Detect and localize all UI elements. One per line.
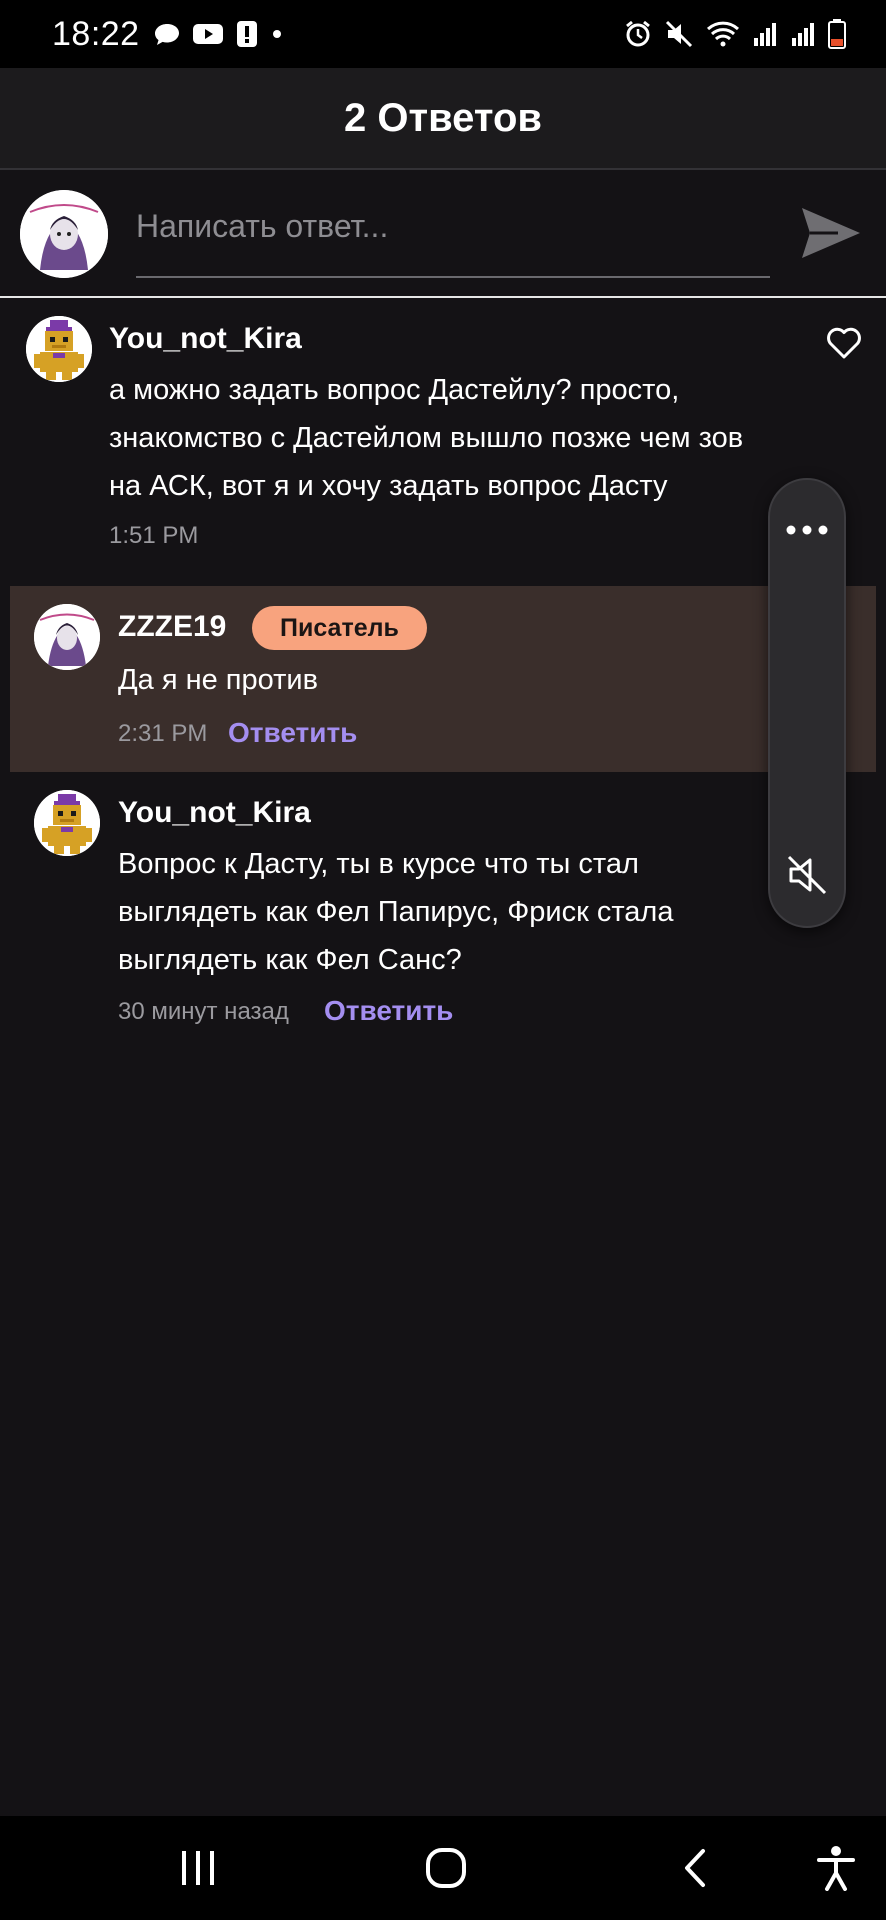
- screen: 18:22 2 Ответов Написать ответ... You_no…: [0, 0, 886, 1920]
- status-bar: 18:22: [0, 0, 886, 68]
- heart-icon: [827, 327, 861, 359]
- signal-icon: [752, 20, 778, 48]
- dot-icon: [270, 27, 284, 41]
- comment-text: Вопрос к Дасту, ты в курсе что ты стал в…: [118, 848, 674, 976]
- comment-item: You_not_Kira Вопрос к Дасту, ты в курсе …: [0, 782, 886, 1042]
- commenter-avatar[interactable]: [34, 790, 100, 856]
- input-underline: [136, 276, 770, 278]
- volume-mute-button[interactable]: [770, 840, 844, 910]
- signal-icon: [790, 20, 816, 48]
- battery-low-icon: [828, 19, 846, 49]
- comment-time: 1:51 PM: [109, 522, 199, 549]
- comment-author[interactable]: ZZZE19: [118, 610, 226, 644]
- comment-time: 2:31 PM: [118, 720, 208, 747]
- reply-button[interactable]: Ответить: [228, 717, 357, 749]
- accessibility-button[interactable]: [796, 1836, 876, 1900]
- header: 2 Ответов: [0, 68, 886, 170]
- recent-apps-button[interactable]: [158, 1836, 238, 1900]
- comment-text: Да я не против: [118, 664, 318, 696]
- more-button[interactable]: [770, 500, 844, 560]
- reply-compose: [0, 172, 886, 298]
- commenter-avatar[interactable]: [26, 316, 92, 382]
- accessibility-icon: [817, 1846, 855, 1891]
- status-time: 18:22: [52, 14, 140, 53]
- floating-media-panel: [768, 478, 846, 928]
- comment-item-highlighted: ZZZE19 Писатель Да я не против 2:31 PM О…: [10, 586, 876, 772]
- wifi-icon: [706, 20, 740, 48]
- home-button[interactable]: [406, 1836, 486, 1900]
- user-avatar[interactable]: [20, 190, 108, 278]
- comment-author[interactable]: You_not_Kira: [118, 796, 311, 830]
- status-left-icons: [154, 20, 284, 48]
- writer-badge: Писатель: [252, 606, 427, 650]
- comment-item: You_not_Kira а можно задать вопрос Дасте…: [0, 300, 886, 570]
- send-button[interactable]: [798, 200, 864, 266]
- home-icon: [426, 1848, 466, 1888]
- comment-text: а можно задать вопрос Дастейлу? просто, …: [109, 374, 744, 502]
- reply-button[interactable]: Ответить: [324, 995, 453, 1027]
- page-title: 2 Ответов: [344, 95, 542, 140]
- mute-icon: [664, 20, 694, 48]
- reply-input[interactable]: [136, 202, 770, 250]
- back-icon: [685, 1849, 705, 1887]
- volume-mute-icon: [787, 855, 827, 895]
- more-dots-icon: [786, 525, 828, 535]
- send-icon: [802, 208, 860, 258]
- status-right-icons: [624, 19, 846, 49]
- comment-time: 30 минут назад: [118, 998, 289, 1025]
- back-button[interactable]: [654, 1836, 734, 1900]
- recent-apps-icon: [182, 1851, 214, 1885]
- chat-bubble-icon: [154, 22, 180, 46]
- navigation-bar: [0, 1816, 886, 1920]
- like-button[interactable]: [826, 326, 862, 360]
- alert-icon: [236, 20, 258, 48]
- commenter-avatar[interactable]: [34, 604, 100, 670]
- comment-author[interactable]: You_not_Kira: [109, 322, 302, 356]
- alarm-icon: [624, 20, 652, 48]
- youtube-icon: [192, 22, 224, 46]
